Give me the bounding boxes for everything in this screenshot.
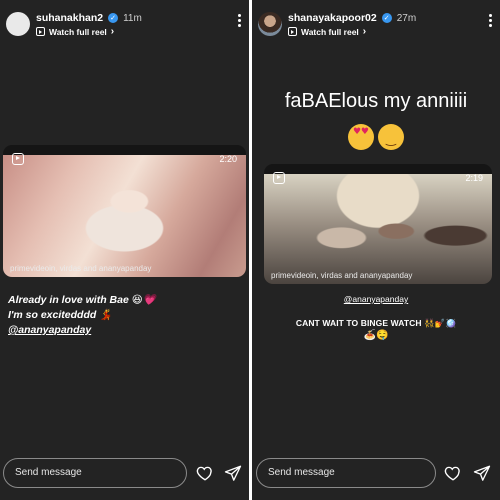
reel-preview[interactable]: 2:19 primevideoin, virdas and ananyapand… [264,164,492,284]
send-message-input[interactable]: Send message [3,458,187,488]
reel-icon [288,27,297,36]
mention-link[interactable]: @ananyapanday [8,323,156,338]
reel-credit: primevideoin, virdas and ananyapanday [271,271,413,280]
heart-icon[interactable] [444,464,462,482]
avatar[interactable] [258,12,282,36]
heart-eyes-emoji-icon [348,124,374,150]
chevron-right-icon: › [110,26,115,37]
post-time: 11m [123,12,142,24]
post-time: 27m [396,12,417,24]
story-caption: Already in love with Bae 😆💗 I'm so excit… [8,293,156,338]
caption-line: Already in love with Bae 😆💗 [8,294,156,306]
emoji-text: 🍝🤤 [363,330,389,341]
mention-link[interactable]: @ananyapanday [252,294,500,304]
story-header: suhanakhan2 ✓ 11m Watch full reel › [0,0,249,42]
username[interactable]: suhanakhan2 [36,12,103,24]
story-headline: faBAElous my anniiii [284,90,468,112]
user-row: shanayakapoor02 ✓ 27m [288,12,416,24]
story-footer: Send message [252,450,500,500]
reel-duration: 2:19 [465,173,483,183]
user-row: suhanakhan2 ✓ 11m [36,12,142,24]
watch-full-reel-link[interactable]: Watch full reel › [36,26,114,37]
reel-thumbnail [3,155,246,277]
reel-thumbnail [264,174,492,284]
verified-badge-icon: ✓ [381,13,392,23]
winking-face-emoji-icon [378,124,404,150]
reel-icon [273,172,285,184]
send-message-input[interactable]: Send message [256,458,436,488]
emoji-sticker [252,124,500,150]
story-left: suhanakhan2 ✓ 11m Watch full reel › 2:20… [0,0,249,500]
reel-credit: primevideoin, virdas and ananyapanday [10,264,152,273]
reel-preview[interactable]: 2:20 primevideoin, virdas and ananyapand… [3,145,246,277]
avatar[interactable] [6,12,30,36]
send-icon[interactable] [224,464,242,482]
story-right: shanayakapoor02 ✓ 27m Watch full reel › … [252,0,500,500]
story-header: shanayakapoor02 ✓ 27m Watch full reel › [252,0,500,42]
watch-full-reel-label: Watch full reel [301,26,359,37]
reel-icon [36,27,45,36]
more-options-icon[interactable] [488,14,492,27]
story-text: CANT WAIT TO BINGE WATCH 👯💅🪩 [295,318,457,328]
watch-full-reel-link[interactable]: Watch full reel › [288,26,366,37]
watch-full-reel-label: Watch full reel [49,26,107,37]
verified-badge-icon: ✓ [108,13,119,23]
chevron-right-icon: › [362,26,367,37]
reel-duration: 2:20 [219,154,237,164]
caption-line: I'm so excitedddd 💃 [8,309,113,321]
heart-icon[interactable] [196,464,214,482]
more-options-icon[interactable] [237,14,241,27]
reel-icon [12,153,24,165]
username[interactable]: shanayakapoor02 [288,12,377,24]
send-icon[interactable] [473,464,491,482]
story-footer: Send message [0,450,249,500]
